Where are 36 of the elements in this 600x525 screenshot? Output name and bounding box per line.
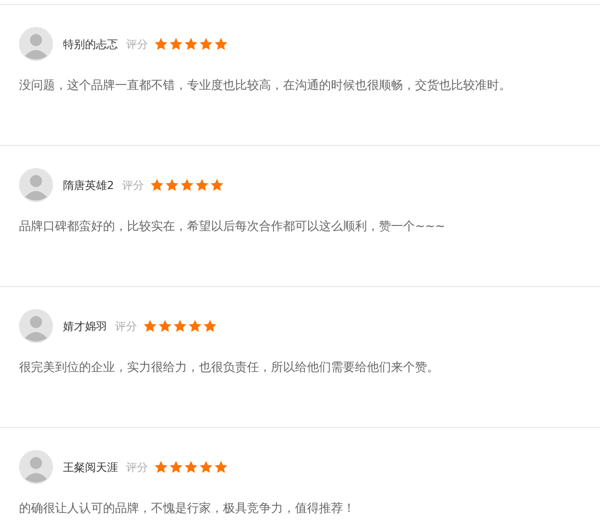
avatar-icon [19, 309, 53, 343]
reviewer-name: 隋唐英雄2 [63, 178, 114, 192]
avatar-icon [19, 450, 53, 484]
star-icon [154, 37, 168, 51]
star-icon [188, 319, 202, 333]
star-icon [165, 178, 179, 192]
rating-label: 评分 [122, 178, 144, 192]
rating-label: 评分 [115, 318, 137, 334]
star-icon [210, 178, 224, 192]
avatar-icon [19, 27, 53, 61]
star-icon [143, 319, 157, 333]
star-icon [195, 178, 209, 192]
review-text: 没问题，这个品牌一直都不错，专业度也比较高，在沟通的时候也很顺畅，交货也比较准时。 [19, 77, 512, 94]
reviewer-name: 王粲阅天涯 [63, 460, 118, 474]
star-icon [214, 37, 228, 51]
star-icon [214, 460, 228, 474]
rating-label: 评分 [126, 460, 148, 474]
star-icon [184, 37, 198, 51]
star-icon [199, 37, 213, 51]
star-icon [169, 37, 183, 51]
review-text: 品牌口碑都蛮好的，比较实在，希望以后每次合作都可以这么顺利，赞一个~~~ [19, 218, 446, 235]
star-icon [184, 460, 198, 474]
reviewer-name: 婧才婂羽 [63, 318, 107, 334]
star-icon [203, 319, 217, 333]
star-icon [169, 460, 183, 474]
star-icon [158, 319, 172, 333]
reviewer-name: 特别的忐忑 [63, 36, 118, 52]
review-text: 的确很让人认可的品牌，不愧是行家，极具竞争力，值得推荐！ [19, 500, 356, 517]
avatar-icon [19, 168, 53, 202]
star-icon [199, 460, 213, 474]
rating-label: 评分 [126, 36, 148, 52]
star-icon [150, 178, 164, 192]
review-text: 很完美到位的企业，实力很给力，也很负责任，所以给他们需要给他们来个赞。 [19, 359, 440, 376]
star-icon [173, 319, 187, 333]
star-icon [154, 460, 168, 474]
star-icon [180, 178, 194, 192]
